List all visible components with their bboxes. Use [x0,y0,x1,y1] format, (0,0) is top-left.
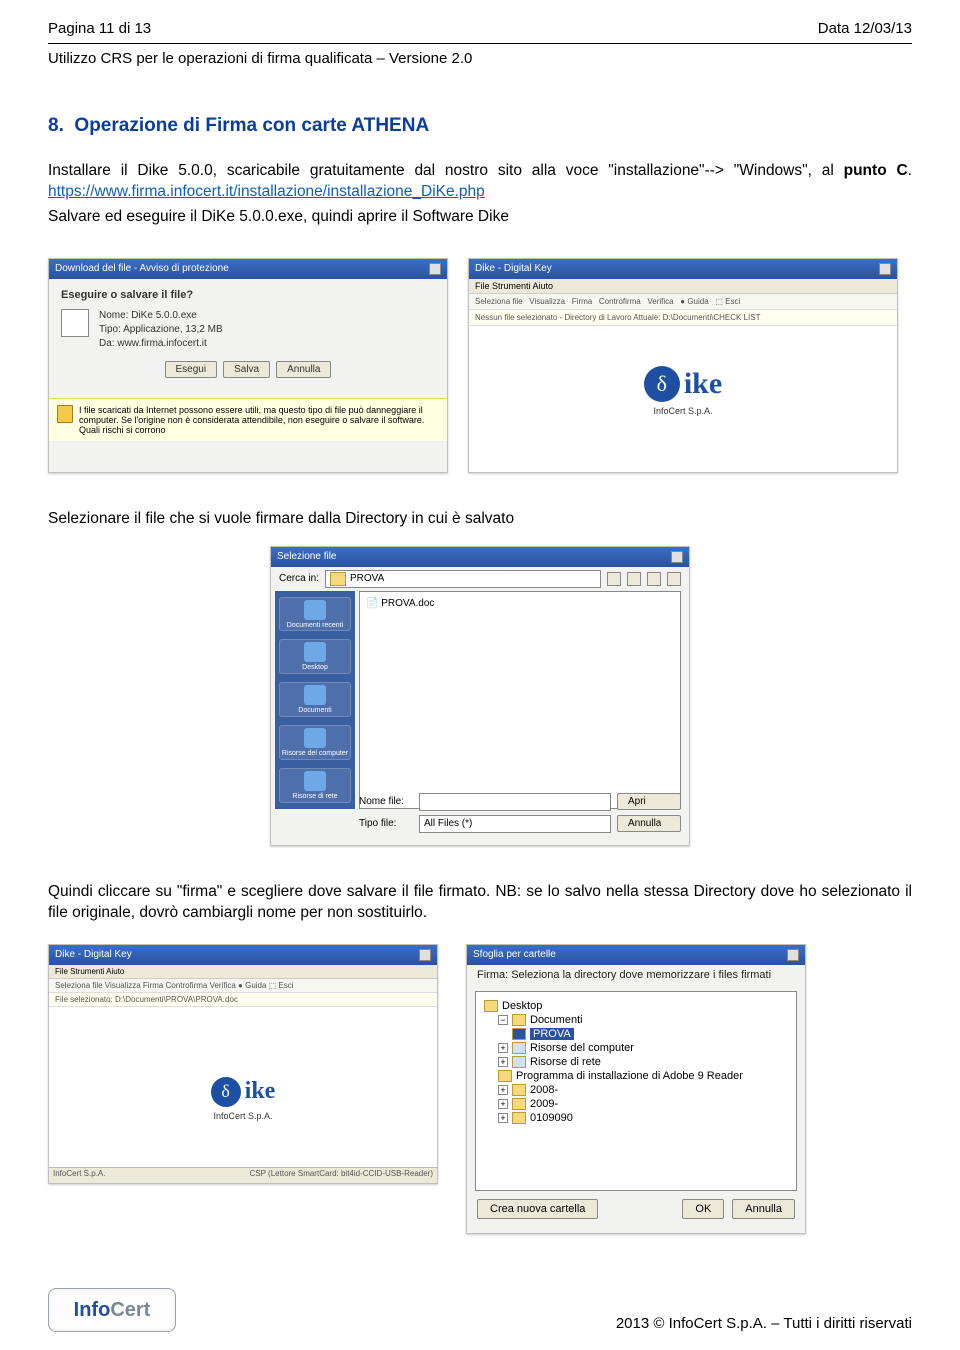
header-rule [48,43,912,44]
expand-icon[interactable]: + [498,1099,508,1109]
footer-left: InfoCert S.p.A. [53,1169,105,1182]
expand-icon[interactable]: − [498,1015,508,1025]
dialog-caption: Firma: Seleziona la directory dove memor… [467,965,805,983]
lookin-combo[interactable]: PROVA [325,570,601,588]
dialog-title: Download del file - Avviso di protezione [55,263,229,274]
status-bar: Nessun file selezionato - Directory di L… [469,310,897,326]
open-button[interactable]: Apri [617,793,681,810]
view-icon[interactable] [667,572,681,586]
places-computer[interactable]: Risorse del computer [279,725,351,760]
footer-copyright: 2013 © InfoCert S.p.A. – Tutti i diritti… [616,1315,912,1332]
window-title: Dike - Digital Key [475,263,552,274]
ok-button[interactable]: OK [682,1199,724,1219]
folder-icon [512,1014,526,1026]
newfolder-icon[interactable] [647,572,661,586]
expand-icon[interactable]: + [498,1113,508,1123]
places-documents[interactable]: Documenti [279,682,351,717]
filetype-combo[interactable]: All Files (*) [419,815,611,833]
up-icon[interactable] [627,572,641,586]
filename-input[interactable] [419,793,611,811]
footer-right: CSP (Lettore SmartCard: bit4id-CCID-USB-… [250,1169,433,1182]
file-icon [61,309,89,337]
doc-subheader: Utilizzo CRS per le operazioni di firma … [48,50,912,67]
network-icon [512,1056,526,1068]
cancel-button[interactable]: Annulla [276,361,331,378]
menu-bar[interactable]: File Strumenti Aiuto [469,279,897,294]
filename-label: Nome file: [359,796,413,807]
filetype-label: Tipo file: [359,818,413,829]
close-icon [787,949,799,961]
screenshot-dike-window: Dike - Digital Key File Strumenti Aiuto … [468,258,898,473]
close-icon [671,551,683,563]
folder-icon [512,1084,526,1096]
close-icon [879,263,891,275]
file-list[interactable]: 📄 PROVA.doc [359,591,681,809]
cancel-button[interactable]: Annulla [732,1199,795,1219]
install-link[interactable]: https://www.firma.infocert.it/installazi… [48,183,485,200]
cancel-button[interactable]: Annulla [617,815,681,832]
section-title: 8. Operazione di Firma con carte ATHENA [48,115,912,137]
folder-icon [512,1112,526,1124]
computer-icon [512,1042,526,1054]
screenshot-browse-folder: Sfoglia per cartelle Firma: Seleziona la… [466,944,806,1234]
dialog-heading: Eseguire o salvare il file? [61,289,435,301]
paragraph-2: Salvare ed eseguire il DiKe 5.0.0.exe, q… [48,207,912,228]
places-bar: Documenti recenti Desktop Documenti Riso… [275,591,355,809]
expand-icon[interactable]: + [498,1085,508,1095]
save-button[interactable]: Salva [223,361,270,378]
folder-icon [484,1000,498,1012]
selected-node[interactable]: PROVA [530,1028,574,1040]
folder-icon [330,572,346,586]
folder-icon [512,1098,526,1110]
shield-icon [57,405,73,423]
paragraph-4: Quindi cliccare su "firma" e scegliere d… [48,882,912,924]
list-item[interactable]: 📄 PROVA.doc [366,598,674,609]
back-icon[interactable] [607,572,621,586]
dialog-title: Sfoglia per cartelle [473,949,556,960]
new-folder-button[interactable]: Crea nuova cartella [477,1199,598,1219]
paragraph-1: Installare il Dike 5.0.0, scaricabile gr… [48,161,912,203]
lookin-label: Cerca in: [279,573,319,584]
security-warning: I file scaricati da Internet possono ess… [49,398,447,441]
screenshot-row-2: Dike - Digital Key File Strumenti Aiuto … [48,944,912,1234]
window-title: Dike - Digital Key [55,949,132,960]
dialog-title: Selezione file [277,551,336,562]
page-number: Pagina 11 di 13 [48,20,151,37]
close-icon [429,263,441,275]
screenshot-file-dialog: Selezione file Cerca in: PROVA Documenti… [270,546,690,846]
toolbar: Seleziona file Visualizza Firma Controfi… [469,294,897,310]
dike-logo: δike InfoCert S.p.A. [49,1077,437,1121]
toolbar: Seleziona file Visualizza Firma Controfi… [49,979,437,993]
screenshot-row-1: Download del file - Avviso di protezione… [48,258,912,473]
places-network[interactable]: Risorse di rete [279,768,351,803]
infocert-logo: InfoCert [48,1288,176,1332]
run-button[interactable]: Esegui [165,361,218,378]
screenshot-download-dialog: Download del file - Avviso di protezione… [48,258,448,473]
status-bar: File selezionato: D:\Documenti\PROVA\PRO… [49,993,437,1007]
dike-logo: δike InfoCert S.p.A. [469,366,897,416]
close-icon [419,949,431,961]
folder-icon [498,1070,512,1082]
screenshot-dike-selected: Dike - Digital Key File Strumenti Aiuto … [48,944,438,1184]
page-date: Data 12/03/13 [818,20,912,37]
menu-bar[interactable]: File Strumenti Aiuto [49,965,437,979]
folder-icon [512,1028,526,1040]
paragraph-3: Selezionare il file che si vuole firmare… [48,509,912,530]
expand-icon[interactable]: + [498,1057,508,1067]
places-recent[interactable]: Documenti recenti [279,597,351,632]
folder-tree[interactable]: Desktop −Documenti PROVA +Risorse del co… [475,991,797,1191]
expand-icon[interactable]: + [498,1043,508,1053]
places-desktop[interactable]: Desktop [279,639,351,674]
